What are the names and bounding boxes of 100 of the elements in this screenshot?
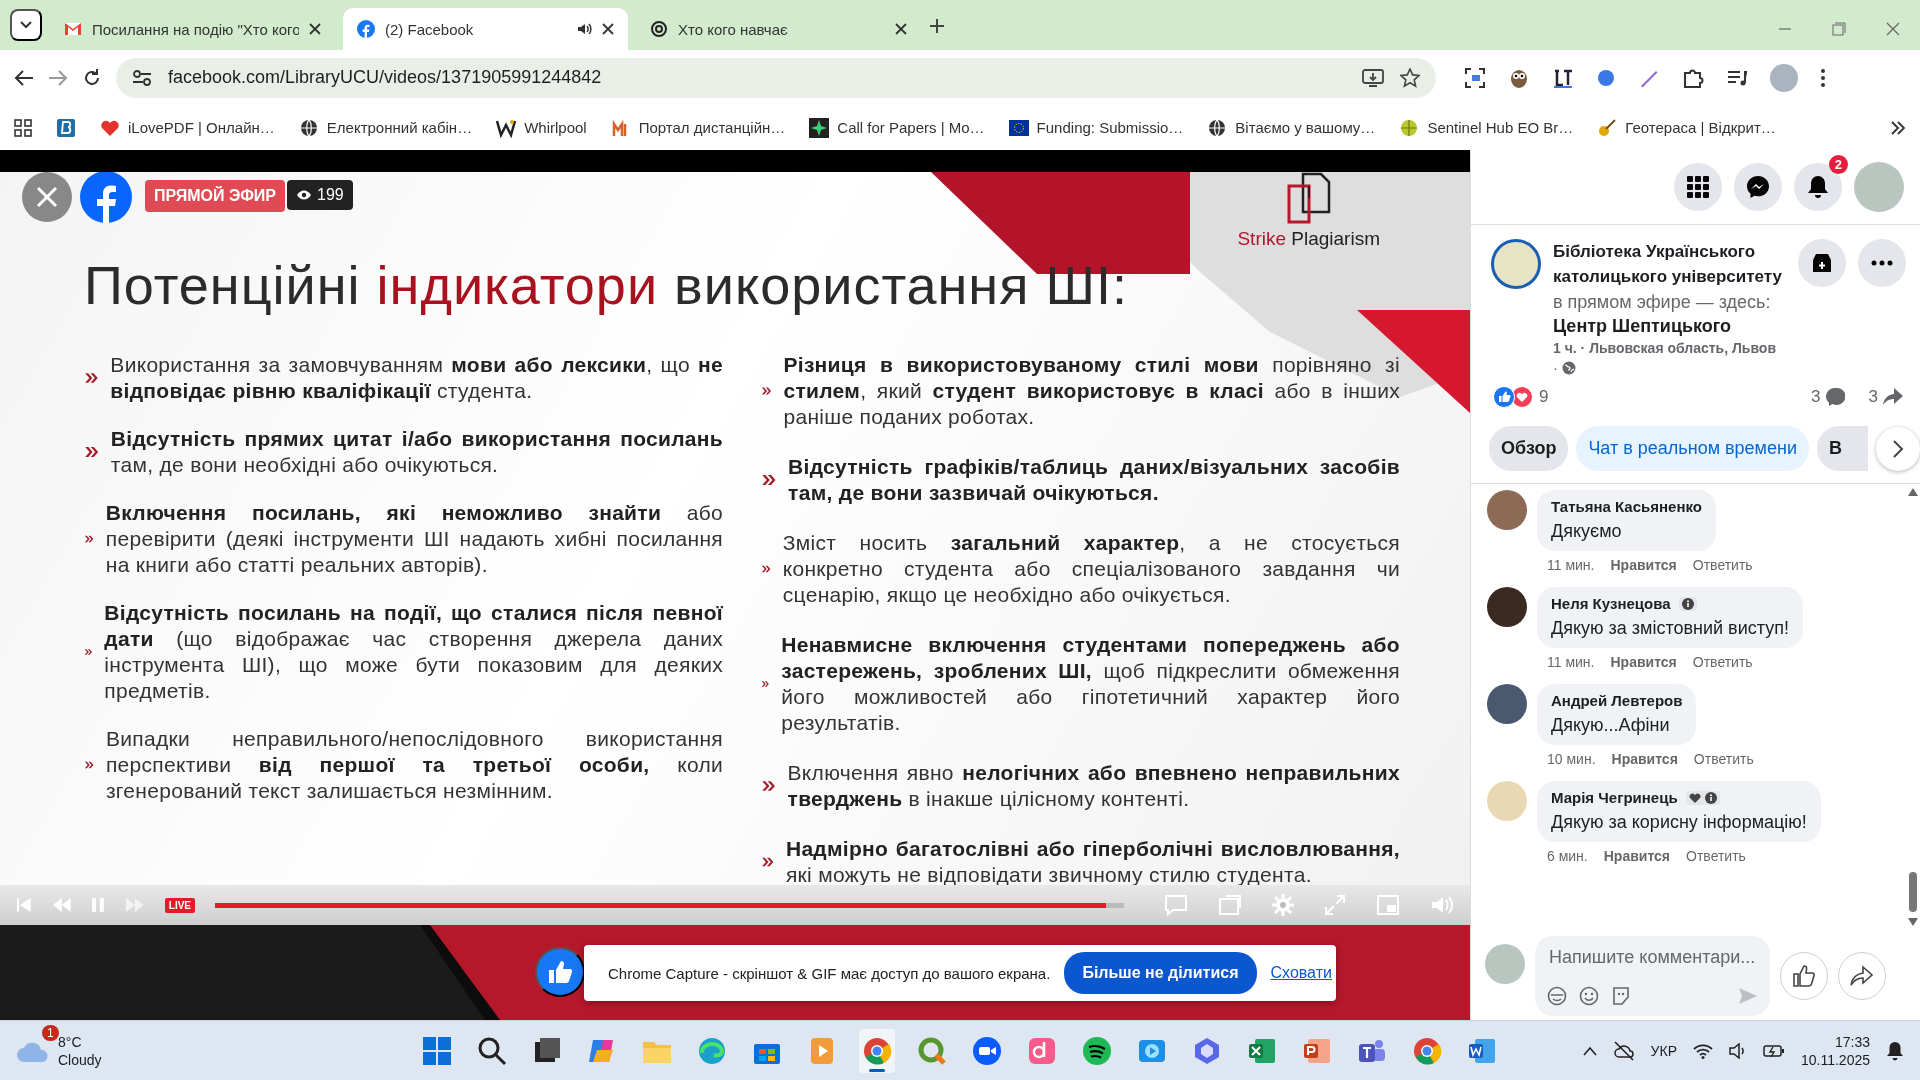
comment-time[interactable]: 11 мин. <box>1547 654 1595 670</box>
comment-author[interactable]: Марія Чегринець <box>1551 789 1678 806</box>
panel-tab[interactable]: Обзор <box>1489 426 1569 471</box>
bullet-text: Відсутність посилань на події, що сталися після певної дати (що відображає час створення джерела даних інструмента ШІ), що може бути показовим для деяких предметів. <box>104 600 723 704</box>
menu-icon[interactable] <box>1820 67 1826 88</box>
wifi-icon[interactable] <box>1692 1042 1713 1059</box>
battery-icon[interactable] <box>1762 1042 1785 1059</box>
plus-icon[interactable] <box>929 18 945 34</box>
close-icon[interactable] <box>602 23 614 35</box>
messenger-button[interactable] <box>1734 163 1782 211</box>
comment-author[interactable]: Неля Кузнецова <box>1551 595 1671 612</box>
comment-box[interactable]: Напишите комментари... <box>1535 936 1770 1016</box>
reply-link[interactable]: Ответить <box>1693 751 1754 767</box>
like-link[interactable]: Нравится <box>1610 557 1677 573</box>
share-button[interactable] <box>1838 952 1886 1000</box>
bookmark-link[interactable]: Sentinel Hub EO Br… <box>1399 117 1574 138</box>
windows-logo-icon <box>421 1035 452 1066</box>
bookmark-link[interactable]: Електронний кабін… <box>298 117 473 138</box>
stop-sharing-button[interactable]: Більше не ділитися <box>1064 952 1257 994</box>
close-button[interactable] <box>22 172 72 222</box>
comment-author[interactable]: Татьяна Касьяненко <box>1551 498 1702 515</box>
temperature[interactable]: 8°C <box>58 1032 102 1051</box>
browser-tab[interactable]: Посилання на подію "Хто кого <box>50 8 335 50</box>
bookmark-link[interactable]: Портал дистанційн… <box>610 117 786 138</box>
restore-icon[interactable] <box>1832 22 1846 36</box>
reaction-count[interactable]: 9 <box>1539 387 1549 407</box>
menu-button[interactable] <box>1674 163 1722 211</box>
bookmark-link[interactable]: Call for Papers | Mo… <box>809 117 985 138</box>
bullet-text: Включення посилань, які неможливо знайти або перевірити (деякі інструменти ШІ надають хибні посилання на книги або статті реальних авторів). <box>105 500 723 578</box>
share-arrow-icon <box>1850 965 1874 987</box>
reply-link[interactable]: Ответить <box>1692 654 1753 670</box>
bell-icon[interactable] <box>1886 1040 1904 1061</box>
install-icon[interactable] <box>1362 67 1384 88</box>
language-indicator[interactable]: УКР <box>1650 1042 1677 1059</box>
sticker-icon[interactable] <box>1611 986 1631 1006</box>
comment-time[interactable]: 10 мин. <box>1547 751 1596 767</box>
user-avatar[interactable] <box>1487 684 1527 724</box>
notification-text: Chrome Capture - скріншот & GIF має доступ до вашого екрана. <box>608 964 1051 982</box>
hide-link[interactable]: Сховати <box>1270 964 1332 982</box>
bullet-text: Відсутність прямих цитат і/або використання посилань там, де вони необхідні або очікуються. <box>110 426 723 478</box>
panel-tab[interactable]: Чат в реальном времени <box>1576 426 1809 471</box>
address-bar[interactable]: facebook.com/LibraryUCU/videos/1371905991244842 <box>116 57 1436 98</box>
clock-date[interactable]: 10.11.2025 <box>1800 1050 1870 1069</box>
close-icon[interactable] <box>895 23 907 35</box>
location-name[interactable]: Центр Шептицького <box>1553 316 1786 337</box>
screen-capture-icon[interactable] <box>1464 66 1486 89</box>
apps-grid-icon[interactable] <box>14 118 32 137</box>
comment-count[interactable]: 3 <box>1811 387 1845 407</box>
avatar-sticker-icon[interactable] <box>1547 986 1567 1006</box>
facebook-logo-icon[interactable] <box>80 172 132 223</box>
more-button[interactable] <box>1858 239 1906 287</box>
live-badge: LIVE <box>164 897 195 913</box>
scrollbar-thumb[interactable] <box>1909 872 1917 912</box>
share-count[interactable]: 3 <box>1868 387 1904 407</box>
scroll-up-icon[interactable] <box>1908 488 1918 496</box>
weather-condition[interactable]: Cloudy <box>58 1050 102 1069</box>
page-avatar[interactable] <box>1491 239 1541 289</box>
user-avatar[interactable] <box>1487 587 1527 627</box>
scroll-down-icon[interactable] <box>1908 918 1918 926</box>
bookmark-link[interactable]: iLovePDF | Онлайн… <box>100 117 275 138</box>
dot-icon[interactable] <box>1596 67 1616 88</box>
emoji-icon[interactable] <box>1579 986 1599 1006</box>
b-logo-icon[interactable] <box>56 117 76 138</box>
like-link[interactable]: Нравится <box>1603 848 1671 864</box>
chevron-right-icon[interactable] <box>1890 120 1906 135</box>
comment-time[interactable]: 6 мин. <box>1547 848 1588 864</box>
archive-icon <box>1812 253 1832 273</box>
browser-tab[interactable]: (2) Facebook <box>343 8 628 50</box>
panel-tab[interactable]: В <box>1817 426 1868 471</box>
clock-time[interactable]: 17:33 <box>1834 1032 1870 1051</box>
bookmark-link[interactable]: Whirlpool <box>496 117 587 138</box>
reply-link[interactable]: Ответить <box>1686 848 1746 864</box>
back-arrow-icon[interactable] <box>14 68 34 87</box>
more-icon <box>1871 260 1893 266</box>
speaker-icon[interactable] <box>1728 1042 1747 1059</box>
comment-time[interactable]: 11 мин. <box>1547 557 1595 573</box>
reload-icon[interactable] <box>82 67 102 88</box>
forward-arrow-icon[interactable] <box>48 68 68 87</box>
cloud-off-icon[interactable] <box>1612 1040 1635 1061</box>
bookmark-link[interactable]: Funding: Submissio… <box>1008 117 1184 138</box>
like-link[interactable]: Нравится <box>1611 751 1678 767</box>
close-icon[interactable] <box>309 23 321 35</box>
bookmark-link[interactable]: Геотераса | Відкрит… <box>1597 117 1776 138</box>
comment-author[interactable]: Андрей Левтеров <box>1551 692 1683 709</box>
comment-field[interactable]: Напишите комментари... <box>1547 946 1758 969</box>
save-button[interactable] <box>1798 239 1846 287</box>
like-link[interactable]: Нравится <box>1610 654 1677 670</box>
reply-link[interactable]: Ответить <box>1692 557 1753 573</box>
bookmark-link[interactable]: Вітаємо у вашому… <box>1207 117 1376 138</box>
post-meta: 1 ч. · Львовская область, Львов <box>1553 340 1777 356</box>
next-button[interactable] <box>1876 426 1920 471</box>
browser-tab[interactable]: Хто кого навчає <box>636 8 921 50</box>
live-status: в прямом эфире — здесь: <box>1553 292 1772 313</box>
sparkle-icon <box>809 117 830 138</box>
page-name[interactable]: Бібліотека Українського католицького університету <box>1553 239 1786 289</box>
bullet-text: Зміст носить загальний характер, а не стосується конкретно студента або спеціалізованого завдання чи сценарію, якщо це необхідно або очікується. <box>782 530 1400 608</box>
ds-logo-icon <box>1026 1035 1057 1066</box>
tab-search-button[interactable] <box>10 9 42 41</box>
star-icon[interactable] <box>1400 67 1420 88</box>
chevron-up-icon[interactable] <box>1582 1045 1597 1056</box>
